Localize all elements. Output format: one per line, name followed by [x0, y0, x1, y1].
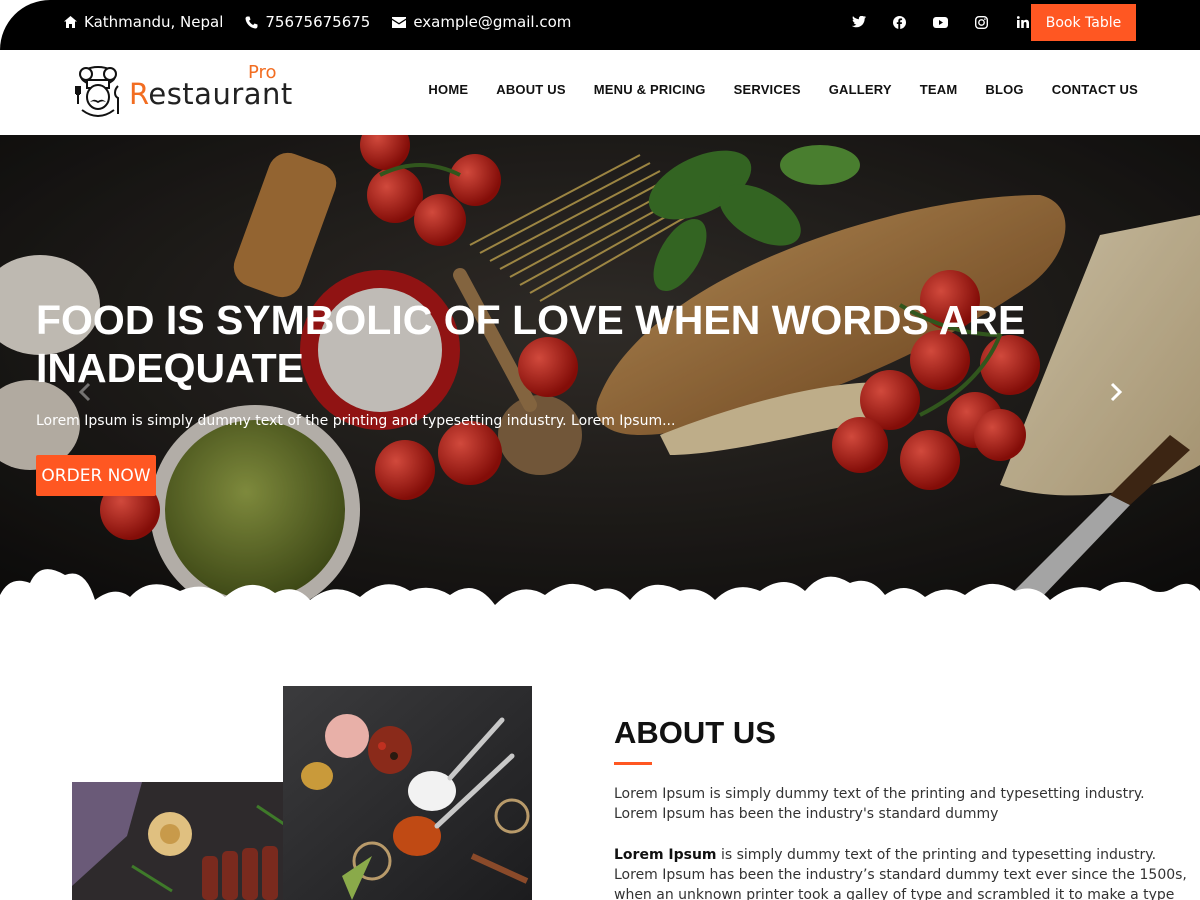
facebook-link[interactable]	[879, 0, 920, 44]
nav-item-services[interactable]: SERVICES	[734, 82, 801, 97]
youtube-link[interactable]	[920, 0, 961, 44]
chef-logo-icon	[75, 66, 119, 117]
site-header: Restaurant Pro HOME ABOUT US MENU & PRIC…	[0, 50, 1200, 135]
youtube-icon	[933, 16, 948, 28]
contact-info: Kathmandu, Nepal 75675675675 example@gma…	[64, 0, 571, 44]
address-item: Kathmandu, Nepal	[64, 13, 223, 31]
about-title: ABOUT US	[614, 715, 776, 750]
nav-item-blog[interactable]: BLOG	[985, 82, 1023, 97]
order-now-button[interactable]: ORDER NOW	[36, 455, 156, 496]
top-bar: Kathmandu, Nepal 75675675675 example@gma…	[0, 0, 1200, 50]
about-images	[72, 686, 532, 900]
hero-subtitle: Lorem Ipsum is simply dummy text of the …	[36, 413, 676, 429]
book-table-button[interactable]: Book Table	[1031, 4, 1136, 41]
nav-item-home[interactable]: HOME	[428, 82, 468, 97]
logo-pro-badge: Pro	[248, 62, 277, 83]
instagram-icon	[975, 15, 988, 29]
slider-next-arrow[interactable]	[1105, 381, 1125, 403]
linkedin-icon	[1016, 16, 1029, 28]
twitter-link[interactable]	[838, 0, 879, 44]
about-paragraph-1: Lorem Ipsum is simply dummy text of the …	[614, 786, 1145, 822]
logo-first-letter: R	[129, 77, 149, 111]
email-item[interactable]: example@gmail.com	[392, 13, 571, 31]
phone-icon	[245, 16, 258, 28]
main-nav: HOME ABOUT US MENU & PRICING SERVICES GA…	[428, 50, 1138, 128]
site-logo[interactable]: Restaurant Pro	[72, 61, 292, 123]
about-paragraph-2: Lorem Ipsum is simply dummy text of the …	[614, 845, 1190, 900]
steak-image	[72, 782, 288, 900]
twitter-icon	[851, 16, 866, 28]
about-paragraph-2-bold: Lorem Ipsum	[614, 847, 717, 863]
instagram-link[interactable]	[961, 0, 1002, 44]
about-divider	[614, 762, 652, 765]
phone-item[interactable]: 75675675675	[245, 13, 370, 31]
facebook-icon	[893, 15, 906, 29]
nav-item-menu-pricing[interactable]: MENU & PRICING	[594, 82, 706, 97]
phone-text: 75675675675	[265, 13, 371, 31]
nav-item-team[interactable]: TEAM	[920, 82, 958, 97]
email-text: example@gmail.com	[413, 13, 572, 31]
nav-item-contact-us[interactable]: CONTACT US	[1052, 82, 1138, 97]
nav-item-gallery[interactable]: GALLERY	[829, 82, 892, 97]
spices-image	[283, 686, 532, 900]
hero-title: FOOD IS SYMBOLIC OF LOVE WHEN WORDS ARE …	[36, 297, 1026, 391]
hero-slider: FOOD IS SYMBOLIC OF LOVE WHEN WORDS ARE …	[0, 135, 1200, 620]
social-links	[838, 0, 1043, 44]
nav-item-about-us[interactable]: ABOUT US	[496, 82, 566, 97]
home-icon	[64, 16, 77, 28]
address-text: Kathmandu, Nepal	[84, 13, 224, 31]
envelope-icon	[392, 16, 407, 28]
